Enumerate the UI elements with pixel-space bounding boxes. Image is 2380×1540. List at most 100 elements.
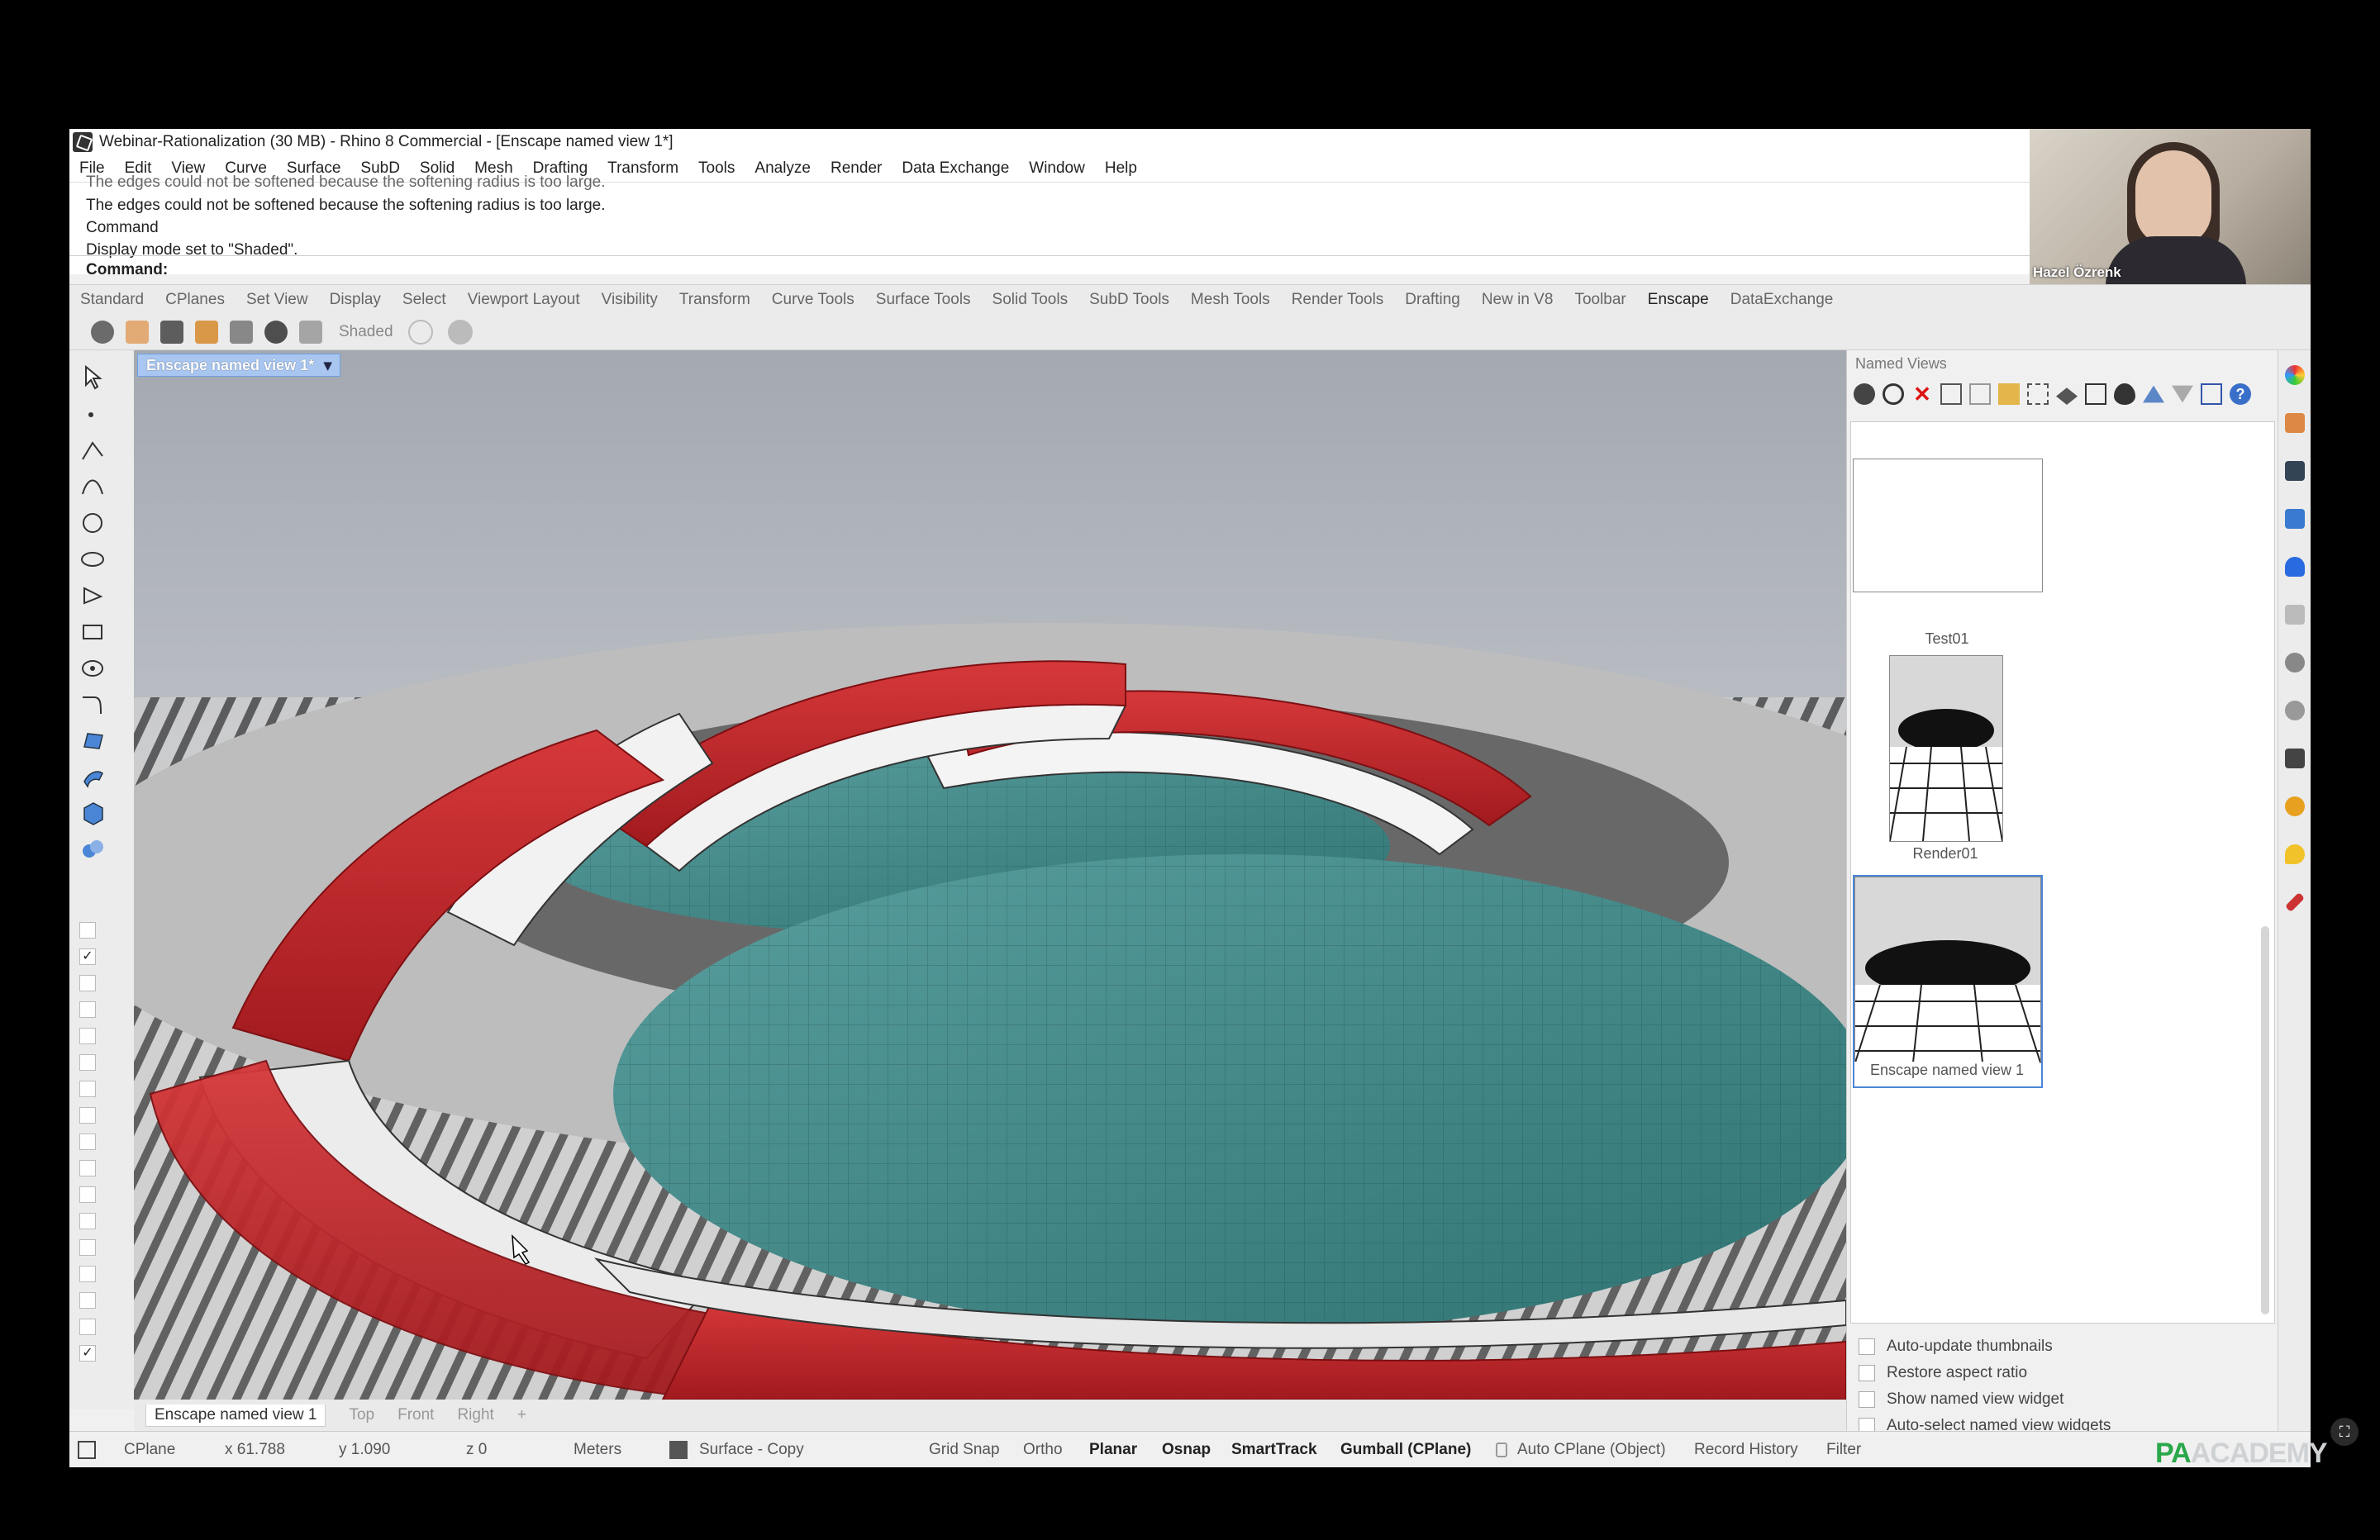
tab-subd-tools[interactable]: SubD Tools <box>1089 291 1169 309</box>
down-icon[interactable] <box>2172 385 2193 403</box>
tab-drafting[interactable]: Drafting <box>1405 291 1460 309</box>
view-thumbnail-enscape[interactable] <box>1854 877 2041 1063</box>
option-checkbox[interactable] <box>1859 1365 1875 1381</box>
tab-curve-tools[interactable]: Curve Tools <box>772 291 854 309</box>
eye-icon[interactable] <box>2114 383 2135 405</box>
tab-display[interactable]: Display <box>330 291 381 309</box>
surface-icon[interactable] <box>79 727 107 755</box>
enscape-settings-icon[interactable] <box>264 320 288 344</box>
sun-icon[interactable] <box>2285 796 2305 816</box>
tab-solid-tools[interactable]: Solid Tools <box>992 291 1069 309</box>
named-views-tab-icon[interactable] <box>2285 509 2305 529</box>
rectangle-icon[interactable] <box>79 618 107 646</box>
boolean-icon[interactable] <box>79 836 107 864</box>
tab-new-in-v8[interactable]: New in V8 <box>1482 291 1554 309</box>
ortho-toggle[interactable]: Ortho <box>1023 1441 1063 1459</box>
panel-checkbox[interactable] <box>79 1134 96 1150</box>
record-history-toggle[interactable]: Record History <box>1694 1441 1798 1459</box>
units-label[interactable]: Meters <box>574 1441 621 1459</box>
viewport-tab-top[interactable]: Top <box>349 1406 374 1424</box>
option-show-widget[interactable]: Show named view widget <box>1859 1386 2111 1413</box>
option-checkbox[interactable] <box>1859 1391 1875 1408</box>
panel-checkbox[interactable] <box>79 1081 96 1097</box>
enscape-assets-icon[interactable] <box>230 320 253 344</box>
perspective-viewport[interactable]: Enscape named view 1* ▾ <box>134 350 1846 1400</box>
enscape-start-icon[interactable] <box>91 320 114 344</box>
named-views-scrollbar[interactable] <box>2261 926 2269 1314</box>
video-controls-icon[interactable]: ⛶ <box>2330 1418 2359 1446</box>
tab-visibility[interactable]: Visibility <box>602 291 658 309</box>
panel-checkbox[interactable] <box>79 1213 96 1229</box>
delete-icon[interactable]: ✕ <box>1911 383 1933 405</box>
tab-toolbar[interactable]: Toolbar <box>1574 291 1626 309</box>
tab-mesh-tools[interactable]: Mesh Tools <box>1191 291 1270 309</box>
toggle-circle-icon[interactable] <box>407 319 433 345</box>
panel-checkbox[interactable] <box>79 1319 96 1335</box>
circle-icon[interactable] <box>79 509 107 537</box>
menu-analyze[interactable]: Analyze <box>754 159 811 178</box>
settings-icon[interactable] <box>2285 653 2305 673</box>
restore-icon[interactable] <box>2056 387 2078 405</box>
tab-render-tools[interactable]: Render Tools <box>1292 291 1384 309</box>
view-thumbnail-render01[interactable] <box>1889 655 2003 842</box>
menu-render[interactable]: Render <box>831 159 882 178</box>
user-icon[interactable] <box>447 319 473 345</box>
refresh-icon[interactable] <box>1883 383 1904 405</box>
enscape-capture-icon[interactable] <box>195 320 218 344</box>
panel-checkbox[interactable]: ✓ <box>79 1345 96 1362</box>
viewport-menu-chevron-icon[interactable]: ▾ <box>324 357 331 373</box>
current-layer[interactable]: Surface - Copy <box>699 1441 804 1459</box>
option-restore-aspect[interactable]: Restore aspect ratio <box>1859 1360 2111 1386</box>
save-view-icon[interactable] <box>1854 383 1875 405</box>
paste-icon[interactable] <box>1969 383 1991 405</box>
add-viewport-tab-button[interactable]: + <box>517 1406 526 1424</box>
viewport-tab-right[interactable]: Right <box>457 1406 493 1424</box>
panel-checkbox[interactable] <box>79 1266 96 1282</box>
menu-transform[interactable]: Transform <box>607 159 678 178</box>
torus-icon[interactable] <box>79 654 107 682</box>
ellipse-icon[interactable] <box>79 545 107 573</box>
gumball-toggle[interactable]: Gumball (CPlane) <box>1340 1441 1471 1459</box>
select-widget-icon[interactable] <box>2027 383 2049 405</box>
enscape-sync-icon[interactable] <box>126 320 149 344</box>
menu-data-exchange[interactable]: Data Exchange <box>902 159 1009 178</box>
smarttrack-toggle[interactable]: SmartTrack <box>1231 1441 1317 1459</box>
menu-help[interactable]: Help <box>1105 159 1137 178</box>
tab-select[interactable]: Select <box>402 291 446 309</box>
panel-checkbox[interactable] <box>79 975 96 991</box>
tab-set-view[interactable]: Set View <box>246 291 308 309</box>
enscape-views-icon[interactable] <box>160 320 183 344</box>
viewport-tab-front[interactable]: Front <box>397 1406 434 1424</box>
fillet-icon[interactable] <box>79 691 107 719</box>
thumbnail-view-icon[interactable] <box>2201 383 2222 405</box>
copy-icon[interactable] <box>1940 383 1962 405</box>
panel-checkbox[interactable] <box>79 1054 96 1071</box>
tab-surface-tools[interactable]: Surface Tools <box>876 291 971 309</box>
point-icon[interactable] <box>79 400 107 428</box>
polygon-icon[interactable] <box>79 582 107 610</box>
up-icon[interactable] <box>2143 385 2164 403</box>
command-line[interactable] <box>69 255 2030 276</box>
panel-checkbox[interactable] <box>79 922 96 939</box>
cplane-label[interactable]: CPlane <box>124 1441 175 1459</box>
box-icon[interactable] <box>79 800 107 828</box>
view-thumbnail-test01[interactable] <box>1853 459 2043 592</box>
menu-window[interactable]: Window <box>1029 159 1085 178</box>
panel-checkbox[interactable] <box>79 1292 96 1309</box>
osnap-toggle[interactable]: Osnap <box>1162 1441 1211 1459</box>
camera-icon[interactable] <box>2285 749 2305 768</box>
polyline-icon[interactable] <box>79 436 107 464</box>
tab-cplanes[interactable]: CPlanes <box>165 291 225 309</box>
option-checkbox[interactable] <box>1859 1338 1875 1355</box>
enscape-upload-icon[interactable] <box>299 320 322 344</box>
menu-tools[interactable]: Tools <box>698 159 735 178</box>
panel-checkbox[interactable] <box>79 1160 96 1176</box>
color-wheel-icon[interactable] <box>2285 365 2305 385</box>
viewport-title[interactable]: Enscape named view 1* ▾ <box>137 354 341 377</box>
named-views-list[interactable]: Test01 Render01 Enscape named view 1 <box>1850 421 2275 1324</box>
panel-checkbox[interactable] <box>79 1028 96 1044</box>
panel-checkbox[interactable] <box>79 1186 96 1203</box>
panel-checkbox[interactable] <box>79 1001 96 1018</box>
planar-toggle[interactable]: Planar <box>1089 1441 1137 1459</box>
tab-viewport-layout[interactable]: Viewport Layout <box>468 291 580 309</box>
